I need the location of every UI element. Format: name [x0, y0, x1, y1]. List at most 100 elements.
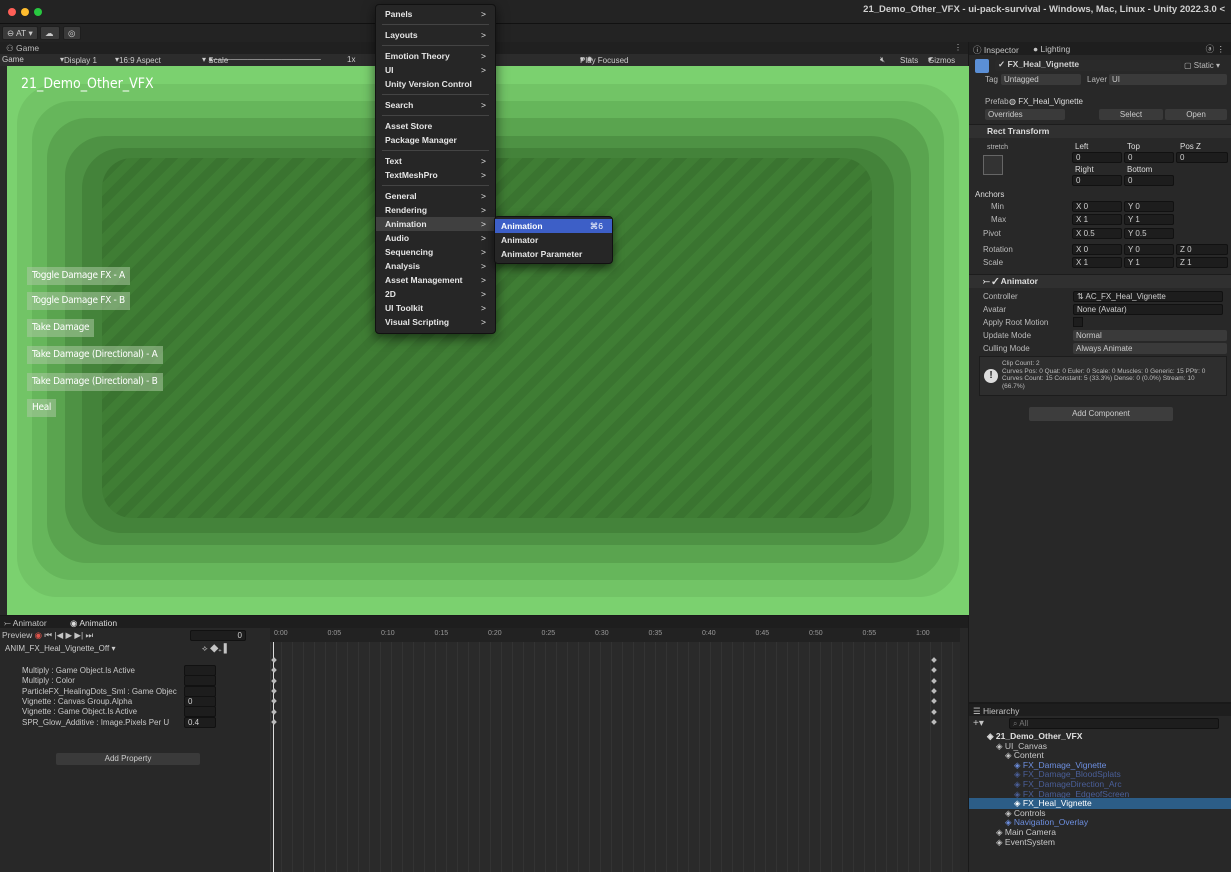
- account-button[interactable]: ⊖ AT ▾: [2, 26, 38, 40]
- menu-item-textmeshpro[interactable]: TextMeshPro >: [376, 168, 495, 182]
- posz-field[interactable]: 0: [1176, 152, 1228, 163]
- keyframe-marker[interactable]: [271, 718, 277, 725]
- cloud-icon[interactable]: ☁: [40, 26, 60, 40]
- toggle-damage-fx-a-button[interactable]: Toggle Damage FX - A: [27, 267, 130, 285]
- add-object-button[interactable]: +▾: [973, 718, 984, 729]
- anchor-max-y[interactable]: Y 1: [1124, 214, 1174, 225]
- timeline-ruler[interactable]: 0:00 0:05 0:10 0:15 0:20 0:25 0:30 0:35 0:40 0:45…: [270, 628, 960, 642]
- property-value-field[interactable]: [184, 706, 216, 718]
- menu-item-audio[interactable]: Audio >: [376, 231, 495, 245]
- take-damage-button[interactable]: Take Damage: [27, 319, 95, 337]
- controller-field[interactable]: ⇅ AC_FX_Heal_Vignette: [1073, 291, 1223, 302]
- menu-item-ui[interactable]: UI >: [376, 63, 495, 77]
- animated-property-row[interactable]: Vignette : Game Object.Is Active: [22, 707, 137, 716]
- animator-header[interactable]: ⤚ ✓ Animator: [969, 274, 1231, 288]
- more-icon[interactable]: ⋮: [954, 43, 962, 52]
- preview-button[interactable]: Preview ◉ ⏮ |◀ ▶ ▶| ⏭: [2, 630, 93, 641]
- menu-item-panels[interactable]: Panels >: [376, 7, 495, 21]
- menu-item-unity-version-control[interactable]: Unity Version Control: [376, 77, 495, 91]
- keyframe-marker[interactable]: [931, 688, 937, 694]
- dopesheet-timeline[interactable]: 0:00 0:05 0:10 0:15 0:20 0:25 0:30 0:35 0:40 0:45…: [270, 628, 960, 872]
- keyframe-marker[interactable]: [931, 708, 937, 715]
- static-toggle[interactable]: ▢ Static ▾: [1184, 61, 1220, 70]
- keyframe-marker[interactable]: [931, 718, 937, 725]
- property-value-field[interactable]: [184, 685, 216, 697]
- game-mode-dropdown[interactable]: Game: [2, 55, 24, 64]
- rect-transform-header[interactable]: Rect Transform: [969, 124, 1231, 138]
- anchors-foldout[interactable]: Anchors: [975, 190, 1004, 199]
- right-field[interactable]: 0: [1072, 175, 1122, 186]
- keyframe-marker[interactable]: [931, 677, 937, 684]
- keyframe-marker[interactable]: [271, 708, 277, 715]
- scale-y[interactable]: Y 1: [1124, 257, 1174, 268]
- scale-z[interactable]: Z 1: [1176, 257, 1228, 268]
- layer-dropdown[interactable]: UI: [1109, 74, 1227, 85]
- lock-icon[interactable]: ⓐ ⋮: [1206, 43, 1225, 55]
- overrides-dropdown[interactable]: Overrides: [985, 109, 1065, 120]
- tab-lighting[interactable]: ● Lighting: [1033, 44, 1070, 54]
- display-dropdown[interactable]: ▾ Display 1: [60, 55, 97, 65]
- pivot-x[interactable]: X 0.5: [1072, 228, 1122, 239]
- anchor-min-x[interactable]: X 0: [1072, 201, 1122, 212]
- culling-mode-dropdown[interactable]: Always Animate: [1073, 343, 1227, 354]
- record-icon[interactable]: ◉: [35, 630, 42, 640]
- menu-item-visual-scripting[interactable]: Visual Scripting >: [376, 315, 495, 329]
- keyframe-tools[interactable]: ⟡ ◆₊ ▌: [202, 643, 230, 654]
- play-focused-dropdown[interactable]: Play Focused ▾ ✹: [580, 55, 628, 65]
- menu-item-general[interactable]: General >: [376, 189, 495, 203]
- animated-property-row[interactable]: Multiply : Color: [22, 676, 75, 685]
- audio-icon[interactable]: 🔇︎: [880, 55, 885, 65]
- anchor-min-y[interactable]: Y 0: [1124, 201, 1174, 212]
- toggle-damage-fx-b-button[interactable]: Toggle Damage FX - B: [27, 292, 130, 310]
- menu-item-package-manager[interactable]: Package Manager: [376, 133, 495, 147]
- tab-hierarchy[interactable]: ☰ Hierarchy: [973, 706, 1019, 717]
- gizmos-dropdown[interactable]: Gizmos ▾: [928, 55, 955, 65]
- menu-item-animation[interactable]: Animation >: [376, 217, 495, 231]
- rotation-z[interactable]: Z 0: [1176, 244, 1228, 255]
- frame-field[interactable]: 0: [190, 630, 246, 641]
- bottom-field[interactable]: 0: [1124, 175, 1174, 186]
- prefab-value[interactable]: ◍ FX_Heal_Vignette: [1009, 97, 1083, 106]
- top-field[interactable]: 0: [1124, 152, 1174, 163]
- menu-item-2d[interactable]: 2D >: [376, 287, 495, 301]
- object-name-field[interactable]: ✓ FX_Heal_Vignette: [995, 60, 1181, 71]
- collab-icon[interactable]: ◎: [63, 26, 81, 40]
- clip-dropdown[interactable]: ANIM_FX_Heal_Vignette_Off ▾: [2, 643, 138, 654]
- animated-property-row[interactable]: Multiply : Game Object.Is Active: [22, 666, 135, 675]
- scale-x[interactable]: X 1: [1072, 257, 1122, 268]
- property-value-field[interactable]: 0.4: [184, 716, 216, 728]
- window-controls[interactable]: [8, 8, 42, 16]
- property-value-field[interactable]: [184, 675, 216, 687]
- menu-item-ui-toolkit[interactable]: UI Toolkit >: [376, 301, 495, 315]
- tag-dropdown[interactable]: Untagged: [1001, 74, 1081, 85]
- tab-inspector[interactable]: ⓘ Inspector: [973, 44, 1019, 56]
- take-damage-directional-b-button[interactable]: Take Damage (Directional) - B: [27, 373, 163, 391]
- pivot-y[interactable]: Y 0.5: [1124, 228, 1174, 239]
- prefab-select-button[interactable]: Select: [1099, 109, 1163, 120]
- animated-property-row[interactable]: Vignette : Canvas Group.Alpha: [22, 697, 132, 706]
- submenu-item-animation[interactable]: Animation ⌘6: [495, 219, 612, 233]
- menu-item-asset-management[interactable]: Asset Management >: [376, 273, 495, 287]
- scale-slider[interactable]: ▾ Scale ●───────────────────: [202, 55, 321, 65]
- menu-item-asset-store[interactable]: Asset Store: [376, 119, 495, 133]
- keyframe-marker[interactable]: [931, 698, 937, 705]
- close-window-button[interactable]: [8, 8, 16, 16]
- playhead[interactable]: [273, 642, 274, 872]
- anchor-preset-button[interactable]: [983, 155, 1003, 175]
- prefab-open-button[interactable]: Open: [1165, 109, 1227, 120]
- animated-property-row[interactable]: SPR_Glow_Additive : Image.Pixels Per U: [22, 718, 169, 727]
- menu-item-layouts[interactable]: Layouts >: [376, 28, 495, 42]
- take-damage-directional-a-button[interactable]: Take Damage (Directional) - A: [27, 346, 163, 364]
- animated-property-row[interactable]: ParticleFX_HealingDots_Sml : Game Objec: [22, 687, 177, 696]
- avatar-field[interactable]: None (Avatar): [1073, 304, 1223, 315]
- rotation-y[interactable]: Y 0: [1124, 244, 1174, 255]
- keyframe-marker[interactable]: [931, 657, 937, 663]
- aspect-dropdown[interactable]: ▾ 16:9 Aspect: [115, 55, 161, 65]
- apply-root-motion-checkbox[interactable]: [1073, 317, 1083, 327]
- menu-item-emotion-theory[interactable]: Emotion Theory >: [376, 49, 495, 63]
- keyframe-marker[interactable]: [931, 667, 937, 674]
- menu-item-search[interactable]: Search >: [376, 98, 495, 112]
- update-mode-dropdown[interactable]: Normal: [1073, 330, 1227, 341]
- anchor-max-x[interactable]: X 1: [1072, 214, 1122, 225]
- hierarchy-item[interactable]: ◈ EventSystem: [996, 837, 1055, 848]
